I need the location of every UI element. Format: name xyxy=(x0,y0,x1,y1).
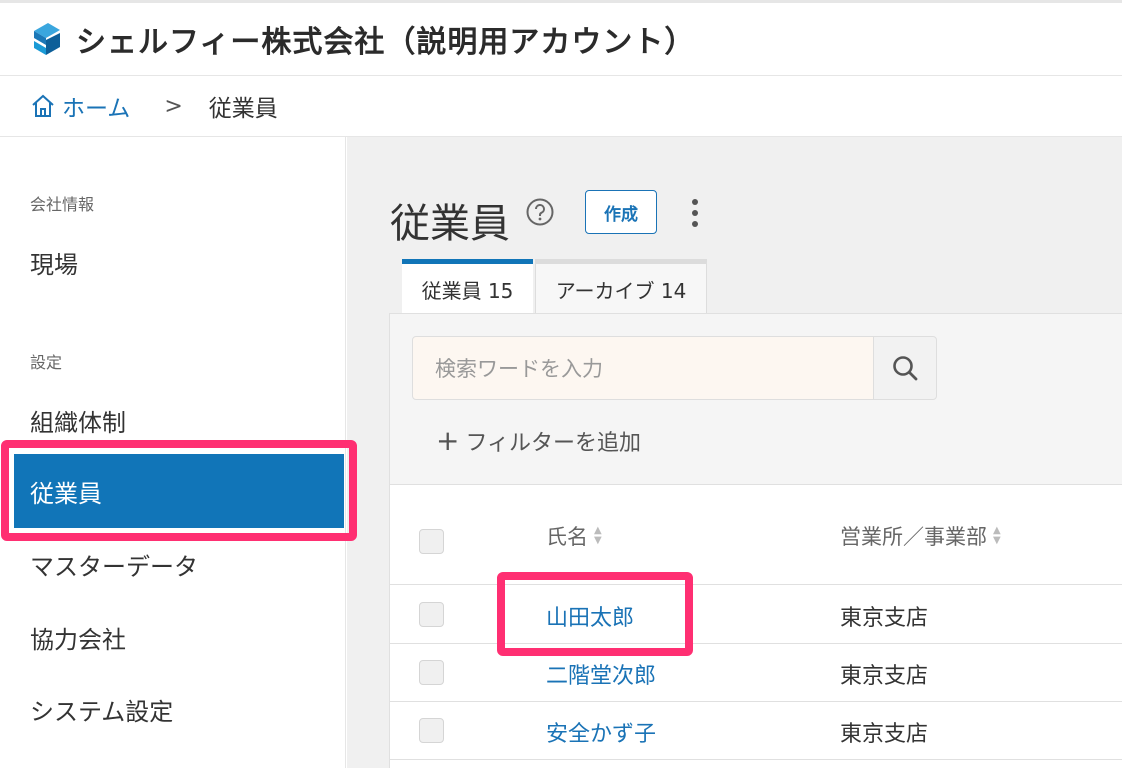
sidebar-item-partners[interactable]: 協力会社 xyxy=(30,620,126,655)
sidebar-item-employees[interactable]: 従業員 xyxy=(14,454,344,528)
column-header-name[interactable]: 氏名 ▲ ▼ xyxy=(546,521,602,551)
tab-archive[interactable]: アーカイブ 14 xyxy=(535,259,707,314)
employee-panel: 検索ワードを入力 + フィルターを追加 氏名 ▲ ▼ 営業所／事業部 ▲ ▼ 山… xyxy=(389,313,1122,768)
sidebar-item-site[interactable]: 現場 xyxy=(30,245,78,280)
help-icon[interactable] xyxy=(525,197,555,227)
search-icon xyxy=(893,356,918,381)
search-input[interactable]: 検索ワードを入力 xyxy=(412,336,874,400)
home-icon xyxy=(32,94,54,117)
breadcrumb-home-label: ホーム xyxy=(62,96,131,122)
table-row: 安全かず子 東京支店 xyxy=(390,702,1122,760)
sidebar-item-system-settings[interactable]: システム設定 xyxy=(30,692,173,727)
employee-office: 東京支店 xyxy=(840,664,929,689)
table-row: 山田太郎 東京支店 xyxy=(390,586,1122,644)
employee-name-link[interactable]: 安全かず子 xyxy=(546,716,656,748)
column-header-name-label: 氏名 xyxy=(546,525,588,549)
search-button[interactable] xyxy=(873,336,937,400)
tab-employees[interactable]: 従業員 15 xyxy=(402,259,533,314)
page-title: 従業員 xyxy=(390,201,510,247)
sidebar-section-company: 会社情報 xyxy=(30,195,95,214)
main-content: 従業員 作成 従業員 15 アーカイブ 14 検索ワードを入力 + フィルターを… xyxy=(347,137,1122,768)
sidebar: 会社情報 現場 設定 組織体制 従業員 マスターデータ 協力会社 システム設定 xyxy=(0,137,346,768)
table-header: 氏名 ▲ ▼ 営業所／事業部 ▲ ▼ xyxy=(390,485,1122,585)
employee-name-link[interactable]: 山田太郎 xyxy=(546,600,634,632)
add-filter-label: フィルターを追加 xyxy=(465,430,642,456)
breadcrumb: ホーム > 従業員 xyxy=(0,76,1122,137)
chevron-right-icon: > xyxy=(164,93,183,119)
app-header: シェルフィー株式会社（説明用アカウント） xyxy=(0,0,1122,76)
employee-table: 氏名 ▲▼ 営業所／事業部 ▲▼ 山田太郎 東京支店 二階堂次郎 東京支店 xyxy=(390,484,1122,768)
employee-office: 東京支店 xyxy=(840,722,929,747)
add-filter-button[interactable]: + フィルターを追加 xyxy=(436,424,641,457)
company-name: シェルフィー株式会社（説明用アカウント） xyxy=(76,25,696,60)
breadcrumb-home-link[interactable]: ホーム xyxy=(30,89,130,123)
row-checkbox[interactable] xyxy=(419,718,444,743)
column-header-office-label: 営業所／事業部 xyxy=(840,525,987,549)
plus-icon: + xyxy=(436,424,460,457)
sort-icon: ▲ ▼ xyxy=(993,525,1001,546)
table-row: 二階堂次郎 東京支店 xyxy=(390,644,1122,702)
employee-name-link[interactable]: 二階堂次郎 xyxy=(546,658,656,690)
row-checkbox[interactable] xyxy=(419,602,444,627)
create-button[interactable]: 作成 xyxy=(585,190,657,234)
sidebar-item-employees-label: 従業員 xyxy=(30,479,102,508)
sort-icon: ▲ ▼ xyxy=(594,525,602,546)
select-all-checkbox[interactable] xyxy=(419,529,444,554)
sidebar-item-master-data[interactable]: マスターデータ xyxy=(30,547,198,582)
sidebar-section-settings: 設定 xyxy=(30,353,63,372)
company-logo-icon xyxy=(34,23,60,55)
more-vertical-icon[interactable] xyxy=(691,199,699,227)
breadcrumb-current: 従業員 xyxy=(208,96,278,122)
employee-office: 東京支店 xyxy=(840,606,929,631)
row-checkbox[interactable] xyxy=(419,660,444,685)
sidebar-item-org[interactable]: 組織体制 xyxy=(30,403,126,438)
column-header-office[interactable]: 営業所／事業部 ▲ ▼ xyxy=(840,521,1001,551)
